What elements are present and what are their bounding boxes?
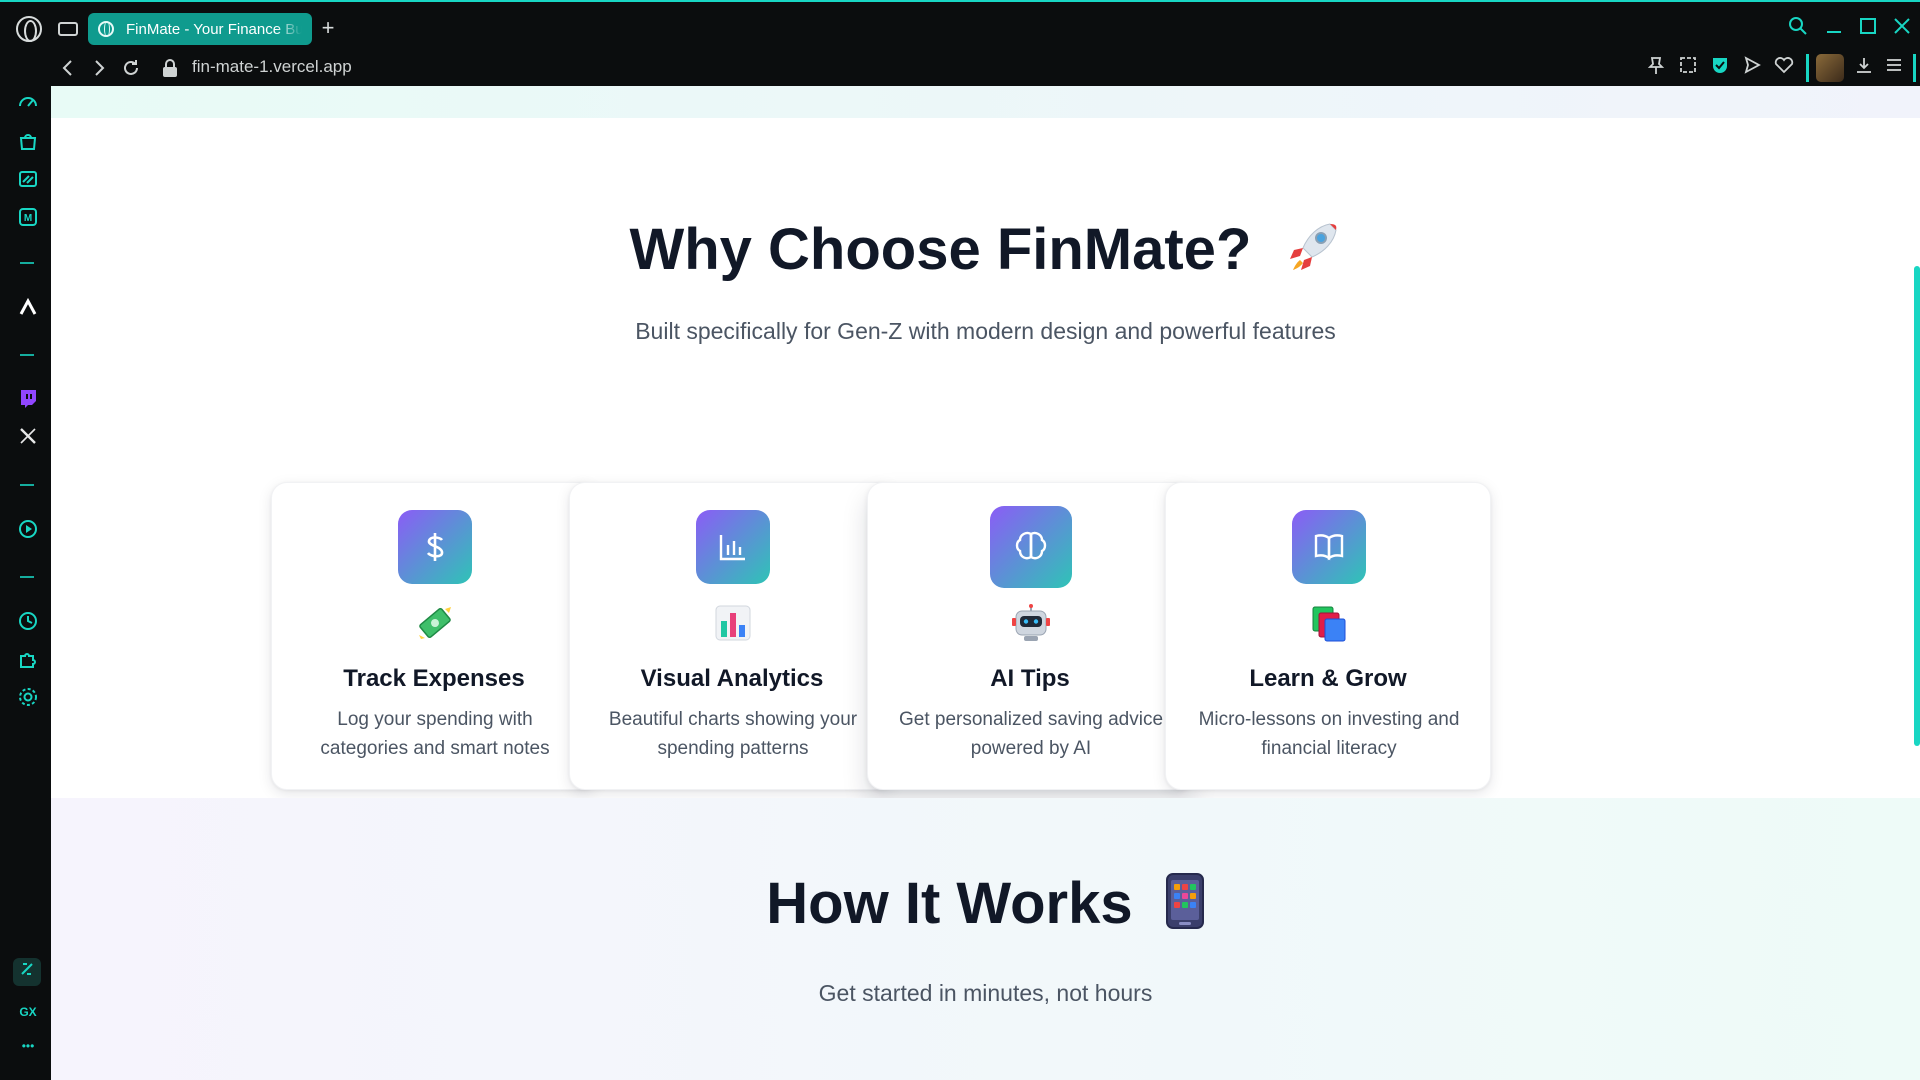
brain-icon <box>990 506 1072 588</box>
heart-icon[interactable] <box>1772 56 1796 80</box>
tab-islands-icon[interactable] <box>58 22 78 36</box>
mobile-phone-icon <box>1165 872 1205 944</box>
lock-icon[interactable] <box>163 59 177 77</box>
extensions-puzzle-icon[interactable] <box>16 648 40 672</box>
bar-chart-icon <box>696 510 770 584</box>
browser-sidebar: M GX ••• <box>0 86 51 1080</box>
forward-button[interactable] <box>88 58 110 82</box>
how-it-works-section: How It Works Get started in minutes, not… <box>51 798 1920 1080</box>
x-twitter-icon[interactable] <box>16 426 40 450</box>
bar-chart-emoji-icon <box>713 603 753 643</box>
page-scrollbar[interactable] <box>1914 266 1920 746</box>
gx-corner-icon[interactable]: GX <box>16 1000 40 1024</box>
previous-section-edge <box>51 86 1920 118</box>
dollar-icon <box>398 510 472 584</box>
shield-check-icon[interactable] <box>1708 56 1732 80</box>
player-icon[interactable] <box>16 518 40 542</box>
globe-icon <box>98 21 114 37</box>
back-button[interactable] <box>57 58 79 82</box>
download-icon[interactable] <box>1852 56 1876 80</box>
how-heading: How It Works <box>51 870 1920 944</box>
profile-avatar[interactable] <box>1816 54 1844 82</box>
features-heading-text: Why Choose FinMate? <box>629 217 1252 282</box>
twitch-icon[interactable] <box>16 388 40 412</box>
more-options-icon[interactable]: ••• <box>16 1034 40 1058</box>
feature-description: Log your spending with categories and sm… <box>320 709 550 759</box>
opera-gx-logo-icon[interactable] <box>16 16 42 42</box>
svg-text:M: M <box>24 213 32 224</box>
tab-title: FinMate - Your Finance Buddy <box>126 20 302 38</box>
sidebar-divider <box>20 354 34 356</box>
feature-card-learn-grow: Learn & Grow Micro-lessons on investing … <box>1165 482 1491 790</box>
how-heading-text: How It Works <box>766 871 1133 936</box>
books-icon <box>1309 603 1349 643</box>
menu-icon[interactable] <box>1882 56 1906 80</box>
features-subheading: Built specifically for Gen-Z with modern… <box>635 318 1336 344</box>
feature-card-ai-tips: AI Tips Get personalized saving advice p… <box>867 482 1193 790</box>
how-subheading: Get started in minutes, not hours <box>818 980 1153 1006</box>
snapshot-icon[interactable] <box>1676 56 1700 80</box>
reload-button[interactable] <box>120 58 142 82</box>
new-tab-button[interactable]: + <box>318 17 338 39</box>
messenger-m-icon[interactable]: M <box>16 206 40 230</box>
close-window-button[interactable] <box>1888 16 1916 42</box>
feature-title: Track Expenses <box>343 665 525 692</box>
news-icon[interactable] <box>16 168 40 192</box>
feature-title: Learn & Grow <box>1249 665 1407 692</box>
pin-icon[interactable] <box>1644 56 1668 80</box>
sidebar-divider <box>20 576 34 578</box>
feature-card-visual-analytics: Visual Analytics Beautiful charts showin… <box>569 482 895 790</box>
feature-description: Get personalized saving advice powered b… <box>898 709 1164 759</box>
history-clock-icon[interactable] <box>16 610 40 634</box>
rocket-icon <box>1284 218 1342 290</box>
shop-icon[interactable] <box>16 130 40 154</box>
feature-title: AI Tips <box>990 665 1070 692</box>
gx-control-icon[interactable] <box>13 958 41 986</box>
maximize-button[interactable] <box>1854 16 1882 42</box>
accent-divider <box>1806 54 1809 82</box>
settings-gear-icon[interactable] <box>16 686 40 710</box>
tab-finmate[interactable]: FinMate - Your Finance Buddy <box>88 13 312 45</box>
feature-description: Beautiful charts showing your spending p… <box>608 709 858 759</box>
search-icon[interactable] <box>1784 16 1812 42</box>
features-section: Why Choose FinMate? Built specifically f… <box>51 118 1920 798</box>
sidebar-divider <box>20 484 34 486</box>
speed-dial-icon[interactable] <box>16 92 40 116</box>
sidebar-divider <box>20 262 34 264</box>
url-field[interactable]: fin-mate-1.vercel.app <box>192 57 352 77</box>
accent-divider-right <box>1913 54 1916 82</box>
feature-card-track-expenses: Track Expenses Log your spending with ca… <box>271 482 597 790</box>
page-viewport: Why Choose FinMate? Built specifically f… <box>51 86 1920 1080</box>
minimize-button[interactable] <box>1820 16 1848 42</box>
money-with-wings-icon <box>415 603 455 643</box>
feature-description: Micro-lessons on investing and financial… <box>1198 709 1460 759</box>
address-bar-row: fin-mate-1.vercel.app <box>52 52 1920 86</box>
browser-chrome: FinMate - Your Finance Buddy + fin-mate-… <box>0 0 1920 86</box>
aria-icon[interactable] <box>16 296 40 320</box>
features-heading: Why Choose FinMate? <box>51 216 1920 290</box>
robot-icon <box>1011 603 1051 643</box>
tab-bar: FinMate - Your Finance Buddy + <box>0 4 1920 52</box>
send-icon[interactable] <box>1740 56 1764 80</box>
book-open-icon <box>1292 510 1366 584</box>
feature-title: Visual Analytics <box>640 665 824 692</box>
